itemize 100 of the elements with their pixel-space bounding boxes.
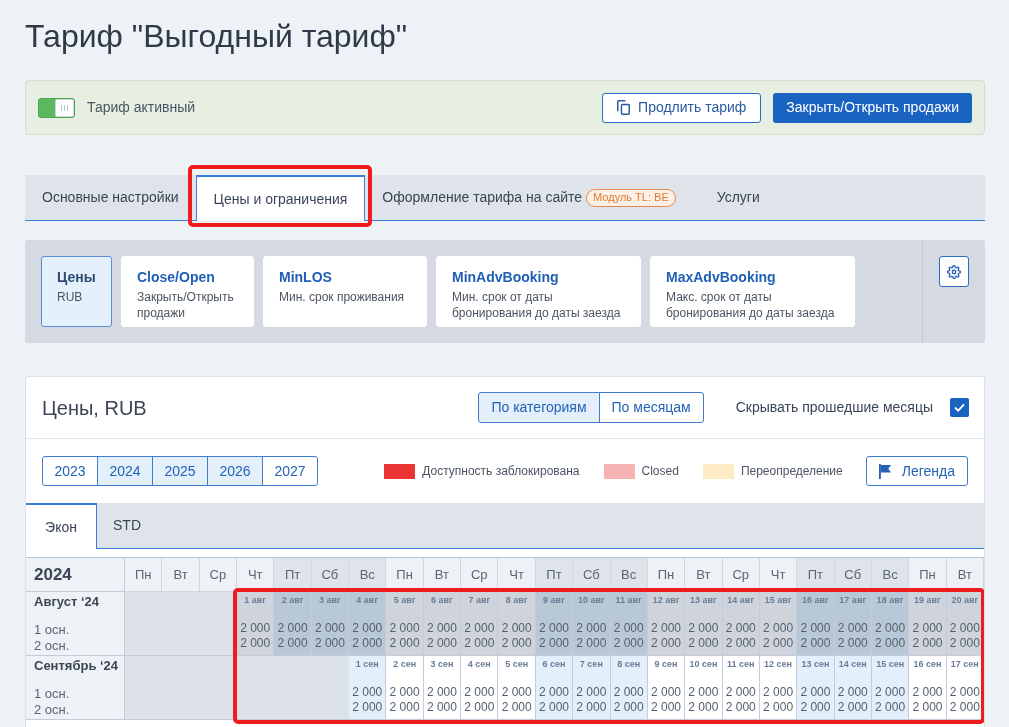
tab[interactable]: Основные настройки xyxy=(25,175,196,220)
day-cell[interactable]: 7 сен 2 000 2 000 xyxy=(573,656,611,720)
price-value: 2 000 xyxy=(949,621,980,636)
price-value: 2 000 xyxy=(688,636,719,651)
price-value: 2 000 xyxy=(837,685,868,700)
day-cell[interactable]: 12 авг 2 000 2 000 xyxy=(647,592,686,656)
day-cell[interactable]: 11 авг 2 000 2 000 xyxy=(610,592,648,656)
mode-card[interactable]: MinLOS Мин. срок проживания xyxy=(263,256,427,327)
day-cell[interactable]: 10 сен 2 000 2 000 xyxy=(685,656,723,720)
price-value: 2 000 xyxy=(837,636,868,651)
date-label: 6 сен xyxy=(542,658,566,670)
day-cell[interactable]: 18 авг 2 000 2 000 xyxy=(871,592,910,656)
day-cell[interactable]: 8 сен 2 000 2 000 xyxy=(610,656,648,720)
day-cell[interactable]: 6 авг 2 000 2 000 xyxy=(423,592,462,656)
day-cell[interactable]: 14 авг 2 000 2 000 xyxy=(722,592,760,656)
mode-card[interactable]: Цены RUB xyxy=(41,256,112,327)
day-cell[interactable]: 4 сен 2 000 2 000 xyxy=(461,656,499,720)
day-cell[interactable]: 9 авг 2 000 2 000 xyxy=(535,592,574,656)
day-cell[interactable]: 7 авг 2 000 2 000 xyxy=(461,592,499,656)
day-cell[interactable]: 5 авг 2 000 2 000 xyxy=(386,592,424,656)
price-value: 2 000 xyxy=(464,685,495,700)
date-label: 4 сен xyxy=(467,658,491,670)
date-label: 9 авг xyxy=(543,594,565,606)
price-value: 2 000 xyxy=(912,621,943,636)
price-value: 2 000 xyxy=(576,685,607,700)
price-value: 2 000 xyxy=(763,700,794,715)
date-label: 13 сен xyxy=(801,658,830,670)
price-value: 2 000 xyxy=(576,636,607,651)
year-button[interactable]: 2025 xyxy=(152,456,208,486)
day-cell[interactable]: 2 сен 2 000 2 000 xyxy=(386,656,424,720)
checkbox[interactable] xyxy=(950,398,969,417)
price-value: 2 000 xyxy=(389,685,420,700)
weekday-header: Вт xyxy=(162,558,200,592)
category-tab[interactable]: Экон xyxy=(26,503,97,549)
day-cell[interactable]: 8 авг 2 000 2 000 xyxy=(498,592,536,656)
price-value: 2 000 xyxy=(725,685,756,700)
day-cell[interactable]: 16 авг 2 000 2 000 xyxy=(797,592,835,656)
flag-icon xyxy=(878,463,892,479)
date-label: 15 авг xyxy=(764,594,792,606)
price-value: 2 000 xyxy=(277,636,308,651)
day-cell[interactable]: 15 сен 2 000 2 000 xyxy=(871,656,910,720)
date-label: 3 сен xyxy=(430,658,454,670)
page-title: Тариф "Выгодный тариф" xyxy=(25,17,408,56)
day-cell[interactable]: 12 сен 2 000 2 000 xyxy=(759,656,798,720)
legend-button[interactable]: Легенда xyxy=(865,456,968,486)
year-button[interactable]: 2027 xyxy=(262,456,318,486)
year-button[interactable]: 2024 xyxy=(97,456,153,486)
price-value: 2 000 xyxy=(725,636,756,651)
rate-row-label: 2 осн. xyxy=(34,638,70,653)
day-cell[interactable]: 9 сен 2 000 2 000 xyxy=(647,656,686,720)
tab[interactable]: Цены и ограничения xyxy=(195,175,366,221)
view-toggle[interactable]: По месяцам xyxy=(598,392,704,423)
day-cell[interactable]: 17 авг 2 000 2 000 xyxy=(834,592,872,656)
date-label: 5 авг xyxy=(393,594,416,606)
day-cell[interactable]: 3 авг 2 000 2 000 xyxy=(311,592,350,656)
day-cell[interactable]: 1 сен 2 000 2 000 xyxy=(349,656,387,720)
toggle-switch[interactable] xyxy=(38,97,75,118)
date-label: 7 сен xyxy=(579,658,603,670)
legend-label: Closed xyxy=(641,463,679,480)
day-cell[interactable]: 13 авг 2 000 2 000 xyxy=(685,592,723,656)
price-value: 2 000 xyxy=(352,700,383,715)
checkmark-icon xyxy=(954,403,965,412)
close-open-sales-button[interactable]: Закрыть/Открыть продажи xyxy=(773,92,972,123)
date-label: 2 авг xyxy=(281,594,304,606)
mode-card[interactable]: Close/Open Закрыть/Открыть продажи xyxy=(121,256,254,327)
legend-label: Переопределение xyxy=(740,463,843,480)
day-cell[interactable]: 4 авг 2 000 2 000 xyxy=(349,592,387,656)
date-label: 12 авг xyxy=(652,594,680,606)
day-cell[interactable]: 3 сен 2 000 2 000 xyxy=(423,656,462,720)
price-value: 2 000 xyxy=(837,621,868,636)
price-value: 2 000 xyxy=(538,636,569,651)
day-cell[interactable]: 10 авг 2 000 2 000 xyxy=(573,592,611,656)
year-button[interactable]: 2023 xyxy=(42,456,98,486)
mode-card[interactable]: MinAdvBooking Мин. срок от даты бронирования до даты заезда xyxy=(436,256,641,327)
day-cell[interactable]: 1 авг 2 000 2 000 xyxy=(237,592,275,656)
day-cell[interactable]: 19 авг 2 000 2 000 xyxy=(909,592,947,656)
day-cell[interactable]: 6 сен 2 000 2 000 xyxy=(535,656,574,720)
copy-icon xyxy=(617,100,631,115)
day-cell[interactable]: 14 сен 2 000 2 000 xyxy=(834,656,872,720)
day-cell[interactable]: 5 сен 2 000 2 000 xyxy=(498,656,536,720)
day-cell[interactable]: 2 авг 2 000 2 000 xyxy=(274,592,312,656)
price-value: 2 000 xyxy=(501,621,532,636)
price-value: 2 000 xyxy=(352,621,383,636)
day-cell[interactable]: 11 сен 2 000 2 000 xyxy=(722,656,760,720)
category-tab[interactable]: STD xyxy=(97,503,157,548)
view-toggle[interactable]: По категориям xyxy=(478,392,600,423)
tab[interactable]: Услуги xyxy=(699,175,777,220)
year-button[interactable]: 2026 xyxy=(207,456,263,486)
day-cell[interactable]: 16 сен 2 000 2 000 xyxy=(909,656,947,720)
day-cell[interactable]: 15 авг 2 000 2 000 xyxy=(759,592,798,656)
extend-tariff-button[interactable]: Продлить тариф xyxy=(602,92,762,123)
day-cell[interactable]: 13 сен 2 000 2 000 xyxy=(797,656,835,720)
price-value: 2 000 xyxy=(426,621,457,636)
price-value: 2 000 xyxy=(501,636,532,651)
mode-card[interactable]: MaxAdvBooking Макс. срок от даты бронирования до даты заезда xyxy=(650,256,855,327)
settings-button[interactable] xyxy=(939,256,969,287)
date-label: 14 сен xyxy=(838,658,867,670)
rate-row-label: 2 осн. xyxy=(34,702,70,717)
price-value: 2 000 xyxy=(949,700,980,715)
tab[interactable]: Оформление тарифа на сайте Модуль TL: BE xyxy=(365,175,700,220)
